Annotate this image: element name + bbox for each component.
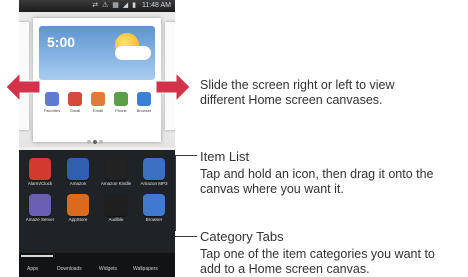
annotation-line: Tap one of the item categories you want … [200,247,435,261]
app-alarm-clock[interactable]: Alarm/Clock [22,158,58,186]
app-amazon-mp3[interactable]: Amazon MP3 [136,158,172,186]
category-tabs-callout-line [175,236,197,237]
shortcut-label: Favorites [43,108,61,113]
phone-shortcut[interactable]: Phone [110,92,132,113]
app-appstore[interactable]: AppStore [60,194,96,222]
tab-apps[interactable]: Apps [27,266,38,272]
item-list-annotation: Item List Tap and hold an icon, then dra… [200,149,468,197]
home-canvas-area[interactable]: 5:00 Favorites Gmail Email Phone Browser [19,12,175,147]
weather-widget[interactable]: 5:00 [39,26,155,80]
audible-icon [105,194,127,216]
mp3-icon [143,158,165,180]
category-tabs-annotation: Category Tabs Tap one of the item catego… [200,229,468,277]
app-label: Amazon [69,181,87,186]
server-icon [29,194,51,216]
status-icons: ⇄ ⚠ ▦ ◢ ▮ [92,2,137,9]
email-icon [91,92,105,106]
favorites-icon [45,92,59,106]
phone-screenshot: ⇄ ⚠ ▦ ◢ ▮ 11:48 AM 5:00 Favorites Gmail [19,0,175,277]
arrow-left-icon [6,72,40,102]
app-label: Amazon Kindle [100,181,132,186]
browser-shortcut[interactable]: Browser [133,92,155,113]
category-tabs: Apps Downloads Widgets Wallpapers [19,253,175,277]
current-canvas[interactable]: 5:00 Favorites Gmail Email Phone Browser [33,18,161,144]
shortcut-label: Email [92,108,103,113]
annotation-line: Tap and hold an icon, then drag it onto … [200,167,434,181]
cloud-icon [115,46,151,60]
tab-wallpapers[interactable]: Wallpapers [133,266,158,272]
status-time: 11:48 AM [141,2,171,9]
favorites-shortcut[interactable]: Favorites [41,92,63,113]
browser-icon [137,92,151,106]
app-audible[interactable]: Audible [98,194,134,222]
item-list-callout-line [175,155,197,156]
annotation-line: canvas where you want it. [200,182,344,196]
amazon-cart-icon [67,158,89,180]
tab-selected-indicator [21,255,53,257]
shortcut-label: Gmail [69,108,81,113]
app-amazon[interactable]: Amazon [60,158,96,186]
app-label: Amazon MP3 [140,181,168,186]
app-label: Audible [108,217,124,222]
app-browser[interactable]: Browser [136,194,172,222]
annotation-title: Category Tabs [200,229,284,244]
app-amaze-server[interactable]: Amaze Server [22,194,58,222]
appstore-icon [67,194,89,216]
tab-widgets[interactable]: Widgets [99,266,117,272]
alarm-clock-icon [29,158,51,180]
kindle-icon [105,158,127,180]
annotation-line: different Home screen canvases. [200,93,383,107]
app-label: Alarm/Clock [27,181,53,186]
phone-icon [114,92,128,106]
gmail-shortcut[interactable]: Gmail [64,92,86,113]
canvases-annotation: Slide the screen right or left to view d… [200,78,468,108]
canvas-pager [87,131,107,144]
tab-downloads[interactable]: Downloads [57,266,82,272]
pager-dot-active [93,140,97,144]
shortcut-label: Browser [136,108,152,113]
item-list: Alarm/Clock Amazon Amazon Kindle Amazon … [19,150,175,253]
status-bar: ⇄ ⚠ ▦ ◢ ▮ 11:48 AM [19,0,175,12]
home-shortcuts: Favorites Gmail Email Phone Browser [41,92,153,122]
arrow-right-icon [156,72,190,102]
globe-icon [143,194,165,216]
app-label: Amaze Server [25,217,55,222]
app-amazon-kindle[interactable]: Amazon Kindle [98,158,134,186]
annotation-title: Item List [200,149,250,164]
weather-clock: 5:00 [47,34,76,50]
app-label: Browser [145,217,163,222]
pager-dot [87,140,91,144]
gmail-icon [68,92,82,106]
app-label: AppStore [68,217,88,222]
annotation-line: add to a Home screen canvas. [200,262,370,276]
annotation-line: Slide the screen right or left to view [200,78,395,92]
item-list-bracket [175,155,176,231]
shortcut-label: Phone [115,108,127,113]
email-shortcut[interactable]: Email [87,92,109,113]
pager-dot [99,140,103,144]
